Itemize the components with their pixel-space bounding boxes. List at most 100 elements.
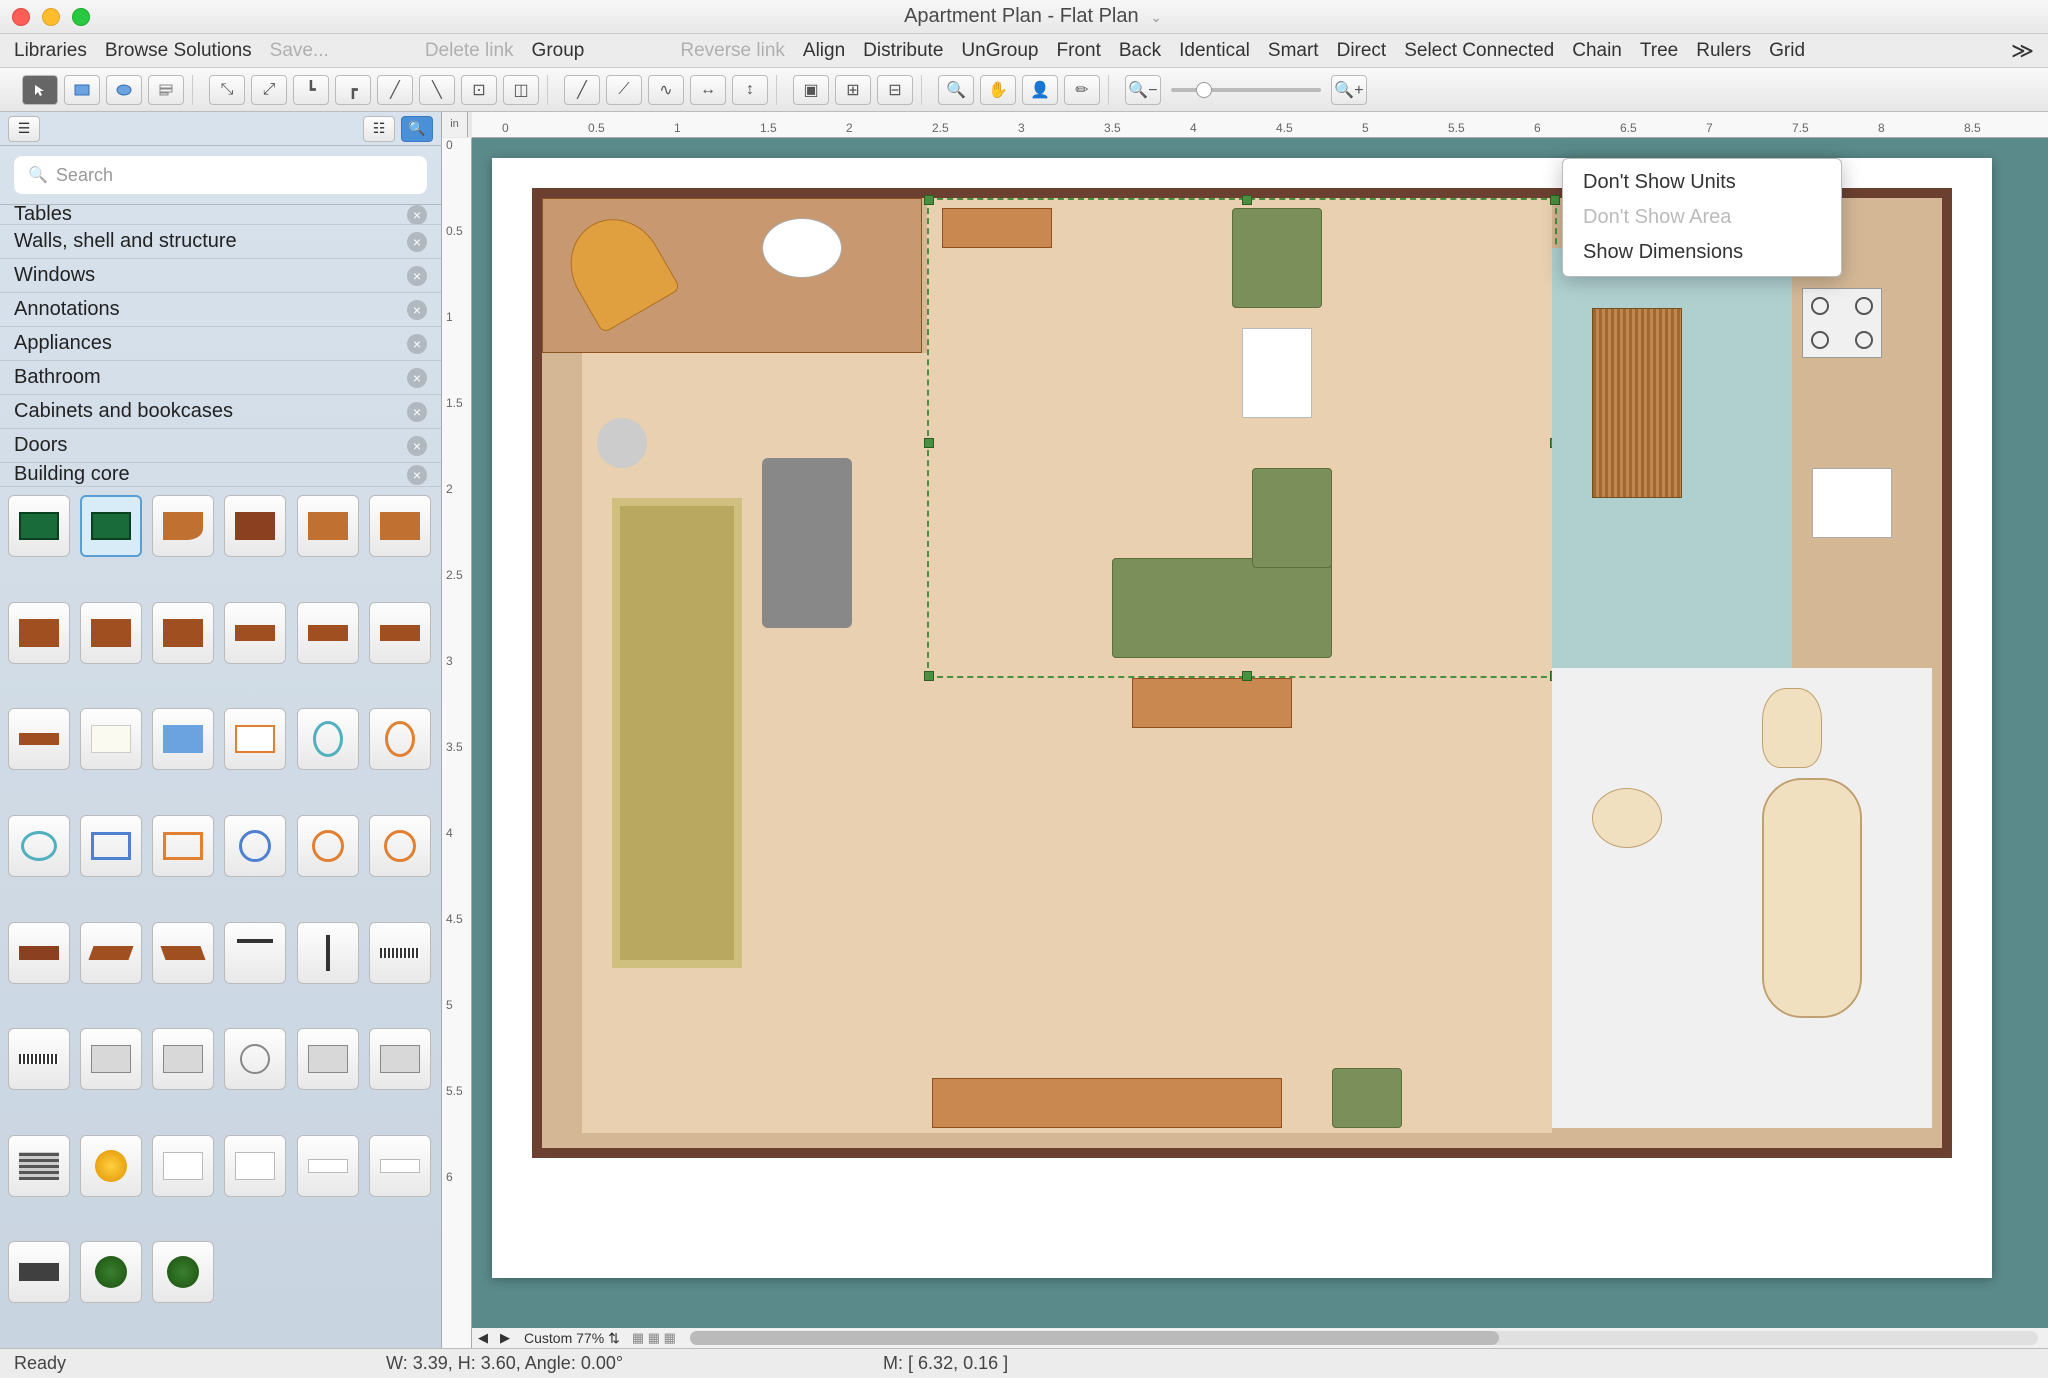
zoom-slider[interactable] <box>1171 88 1321 92</box>
shape-item[interactable] <box>369 1135 431 1197</box>
menu-overflow-icon[interactable]: ≫ <box>2011 38 2034 64</box>
sidebar-search-button[interactable]: 🔍 <box>401 116 433 142</box>
line-tool-button[interactable]: ╱ <box>564 75 600 105</box>
document-title[interactable]: Apartment Plan - Flat Plan ⌄ <box>90 5 1976 28</box>
group-select-3-button[interactable]: ⊟ <box>877 75 913 105</box>
rectangle-tool-button[interactable] <box>64 75 100 105</box>
ottoman[interactable] <box>1332 1068 1402 1128</box>
zoom-out-button[interactable]: 🔍− <box>1125 75 1161 105</box>
close-icon[interactable]: × <box>407 436 427 456</box>
shape-item[interactable] <box>8 1135 70 1197</box>
office-chair[interactable] <box>597 418 647 468</box>
shape-item[interactable] <box>8 922 70 984</box>
shape-item[interactable] <box>152 495 214 557</box>
shape-item[interactable] <box>152 602 214 664</box>
shape-item[interactable] <box>297 1028 359 1090</box>
zoom-tool-button[interactable]: 🔍 <box>938 75 974 105</box>
library-category-doors[interactable]: Doors× <box>0 429 441 463</box>
horizontal-scrollbar[interactable] <box>690 1331 2038 1345</box>
cabinet-top[interactable] <box>942 208 1052 248</box>
shape-item[interactable] <box>297 602 359 664</box>
shape-item[interactable] <box>224 495 286 557</box>
stamp-tool-button[interactable]: 👤 <box>1022 75 1058 105</box>
bath-sink[interactable] <box>1592 788 1662 848</box>
zoom-level-label[interactable]: Custom 77% <box>524 1330 604 1346</box>
connector-5-button[interactable]: ╱ <box>377 75 413 105</box>
dim-h-button[interactable]: ↔ <box>690 75 726 105</box>
library-search-input[interactable]: Search <box>14 156 427 194</box>
shape-item[interactable] <box>297 495 359 557</box>
library-category-annotations[interactable]: Annotations× <box>0 293 441 327</box>
menu-dont-show-units[interactable]: Don't Show Units <box>1563 165 1841 200</box>
close-icon[interactable]: × <box>407 465 427 485</box>
menu-back[interactable]: Back <box>1119 40 1161 62</box>
shape-item[interactable] <box>8 1241 70 1303</box>
close-icon[interactable]: × <box>407 334 427 354</box>
close-icon[interactable]: × <box>407 205 427 225</box>
connector-1-button[interactable]: ⤡ <box>209 75 245 105</box>
text-tool-button[interactable] <box>148 75 184 105</box>
room-bath[interactable] <box>1552 668 1932 1128</box>
zoom-stepper-icon[interactable]: ⇅ <box>608 1330 620 1347</box>
menu-libraries[interactable]: Libraries <box>14 40 87 62</box>
minimize-window-button[interactable] <box>42 8 60 26</box>
page[interactable] <box>492 158 1992 1278</box>
nav-next-icon[interactable]: ▶ <box>494 1330 516 1346</box>
library-category-cabinets[interactable]: Cabinets and bookcases× <box>0 395 441 429</box>
shape-item[interactable] <box>152 922 214 984</box>
close-icon[interactable]: × <box>407 300 427 320</box>
menu-ungroup[interactable]: UnGroup <box>961 40 1038 62</box>
bathtub[interactable] <box>1762 778 1862 1018</box>
close-icon[interactable]: × <box>407 266 427 286</box>
shape-item[interactable] <box>297 1135 359 1197</box>
sidebar-list-button[interactable]: ☷ <box>363 116 395 142</box>
canvas[interactable]: Don't Show Units Don't Show Area Show Di… <box>472 138 2048 1328</box>
shape-item[interactable] <box>80 815 142 877</box>
shape-item-selected[interactable] <box>80 495 142 557</box>
connector-4-button[interactable]: ┏ <box>335 75 371 105</box>
menu-identical[interactable]: Identical <box>1179 40 1250 62</box>
library-category-bathroom[interactable]: Bathroom× <box>0 361 441 395</box>
kitchen-sink[interactable] <box>1812 468 1892 538</box>
shape-item[interactable] <box>8 708 70 770</box>
menu-delete-link[interactable]: Delete link <box>425 40 514 62</box>
shape-item[interactable] <box>369 708 431 770</box>
sidebar-toggle-button[interactable]: ☰ <box>8 116 40 142</box>
menu-distribute[interactable]: Distribute <box>863 40 943 62</box>
library-category-tables[interactable]: Tables× <box>0 205 441 225</box>
shape-item[interactable] <box>8 815 70 877</box>
shape-item[interactable] <box>80 602 142 664</box>
nav-prev-icon[interactable]: ◀ <box>472 1330 494 1346</box>
connector-6-button[interactable]: ╲ <box>419 75 455 105</box>
sofa-sectional-1[interactable] <box>1112 558 1332 658</box>
room-living[interactable] <box>927 198 1552 1133</box>
shape-item[interactable] <box>369 815 431 877</box>
shape-item[interactable] <box>80 1241 142 1303</box>
shape-item[interactable] <box>224 922 286 984</box>
shape-item[interactable] <box>224 1135 286 1197</box>
shape-item[interactable] <box>8 1028 70 1090</box>
connector-3-button[interactable]: ┗ <box>293 75 329 105</box>
library-category-building-core[interactable]: Building core× <box>0 463 441 487</box>
zoom-window-button[interactable] <box>72 8 90 26</box>
menu-grid[interactable]: Grid <box>1769 40 1805 62</box>
menu-show-dimensions[interactable]: Show Dimensions <box>1563 235 1841 270</box>
pan-tool-button[interactable]: ✋ <box>980 75 1016 105</box>
group-select-2-button[interactable]: ⊞ <box>835 75 871 105</box>
shape-item[interactable] <box>80 1028 142 1090</box>
sofa-grey[interactable] <box>762 458 852 628</box>
shape-item[interactable] <box>80 1135 142 1197</box>
menu-browse-solutions[interactable]: Browse Solutions <box>105 40 252 62</box>
shape-item[interactable] <box>8 602 70 664</box>
shelving[interactable] <box>932 1078 1282 1128</box>
shape-item[interactable] <box>224 708 286 770</box>
pointer-tool-button[interactable] <box>22 75 58 105</box>
connector-7-button[interactable]: ⊡ <box>461 75 497 105</box>
stove[interactable] <box>1802 288 1882 358</box>
menu-group[interactable]: Group <box>532 40 585 62</box>
menu-smart[interactable]: Smart <box>1268 40 1319 62</box>
menu-select-connected[interactable]: Select Connected <box>1404 40 1554 62</box>
shape-item[interactable] <box>297 708 359 770</box>
shape-item[interactable] <box>152 815 214 877</box>
close-icon[interactable]: × <box>407 368 427 388</box>
